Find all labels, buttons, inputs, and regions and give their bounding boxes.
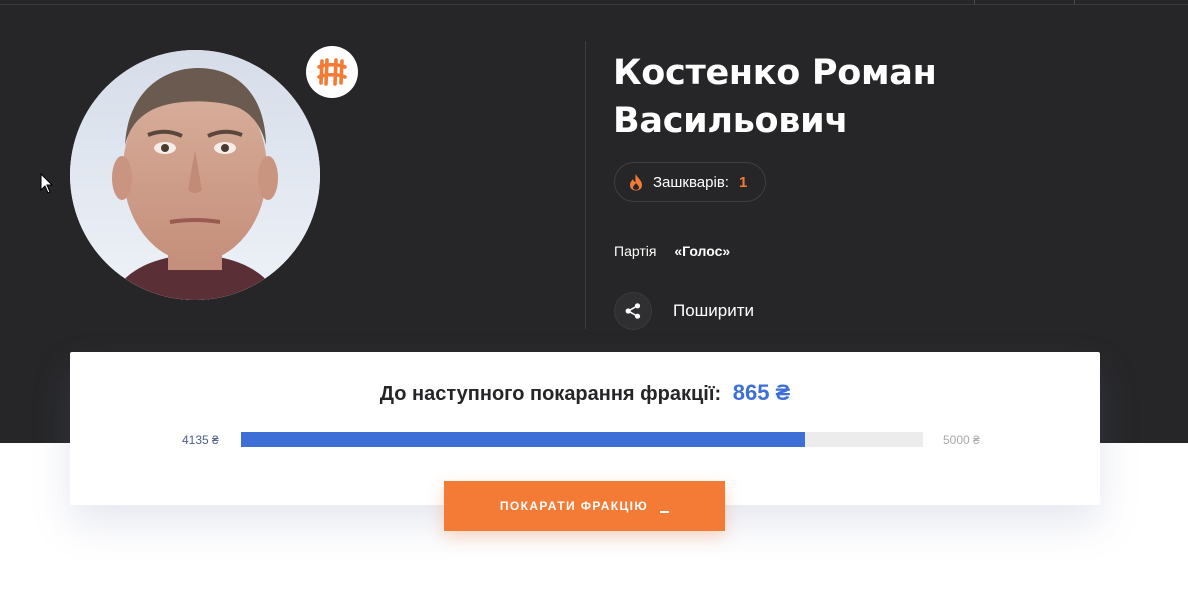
progress-current-value: 4135 ₴ <box>182 433 219 447</box>
punish-button-label: ПОКАРАТИ ФРАКЦІЮ <box>499 499 649 513</box>
holos-party-logo-icon <box>317 58 347 86</box>
text-cursor-icon <box>660 511 670 513</box>
scandals-badge[interactable]: Зашкварів: 1 <box>614 162 767 202</box>
progress-target-value: 5000 ₴ <box>943 433 980 447</box>
goal-text: До наступного покарання фракції: <box>379 383 722 405</box>
party-label: Партія <box>614 243 657 259</box>
party-logo[interactable] <box>306 46 358 98</box>
scandals-count: 1 <box>738 173 748 191</box>
nav-divider <box>974 0 975 4</box>
portrait-photo <box>70 50 320 300</box>
mouse-pointer-icon <box>40 172 54 200</box>
goal-amount: 865 ₴ <box>732 380 791 405</box>
vertical-divider <box>585 41 586 329</box>
fire-icon <box>629 173 643 191</box>
nav-divider <box>1074 0 1075 4</box>
share-icon <box>625 303 641 319</box>
avatar <box>70 50 320 300</box>
punish-faction-button[interactable]: ПОКАРАТИ ФРАКЦІЮ <box>444 481 725 531</box>
politician-name: Костенко Роман Васильович <box>613 53 937 141</box>
share-button[interactable] <box>614 292 652 330</box>
progress-bar <box>241 432 923 447</box>
share-control[interactable]: Поширити <box>614 292 754 330</box>
share-label[interactable]: Поширити <box>673 301 754 321</box>
progress-bar-fill <box>241 432 805 447</box>
party-name-link[interactable]: «Голос» <box>674 243 730 259</box>
party-info: Партія «Голос» <box>614 243 730 259</box>
scandals-label: Зашкварів: <box>653 173 729 191</box>
fundraiser-goal: До наступного покарання фракції: 865 ₴ <box>70 380 1100 406</box>
